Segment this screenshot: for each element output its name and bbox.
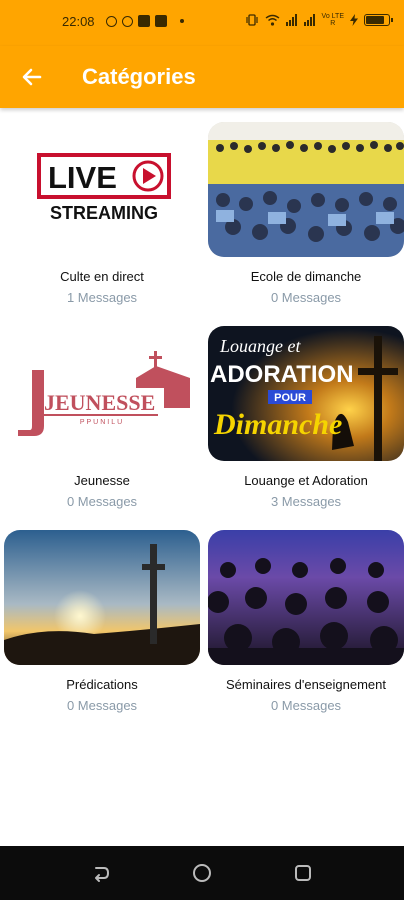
recents-nav-icon[interactable]	[292, 862, 314, 884]
category-title: Jeunesse	[74, 473, 130, 488]
page-title: Catégories	[82, 64, 196, 89]
jeunesse-logo-thumbnail: JEUNESSE PPUNILU	[4, 326, 200, 461]
louange-banner-thumbnail: Louange et ADORATION POUR Dimanche	[208, 326, 404, 461]
category-title: Prédications	[66, 677, 138, 692]
category-message-count: 0 Messages	[270, 290, 342, 305]
pour-banner-text: POUR	[274, 392, 306, 404]
category-message-count: 0 Messages	[270, 698, 342, 713]
back-button[interactable]	[18, 63, 46, 91]
facebook-icon	[122, 15, 133, 27]
signal-icon	[285, 14, 297, 26]
adoration-banner-text: ADORATION	[210, 361, 354, 388]
arrow-left-icon	[22, 68, 42, 86]
seminar-audience-thumbnail	[208, 530, 404, 665]
home-nav-icon[interactable]	[191, 862, 213, 884]
category-title: Ecole de dimanche	[250, 269, 362, 284]
vibrate-icon	[245, 14, 258, 26]
category-card-seminaires-d-enseignement[interactable]: Séminaires d'enseignement 0 Messages	[208, 530, 404, 713]
mail-icon	[155, 15, 167, 27]
dimanche-banner-text: Dimanche	[213, 408, 342, 441]
category-message-count: 1 Messages	[66, 290, 138, 305]
status-time: 22:08	[62, 14, 95, 29]
status-bar: 22:08 Vo LTE R	[0, 0, 404, 46]
category-card-jeunesse[interactable]: JEUNESSE PPUNILU Jeunesse 0 Messages	[4, 326, 200, 509]
choir-photo-thumbnail	[208, 122, 404, 257]
mail-icon	[138, 15, 150, 27]
category-message-count: 0 Messages	[66, 494, 138, 509]
ppunilu-logo-text: PPUNILU	[80, 419, 124, 426]
category-card-louange-et-adoration[interactable]: Louange et ADORATION POUR Dimanche Louan…	[208, 326, 404, 509]
jeunesse-logo-text: JEUNESSE	[44, 390, 155, 415]
back-nav-icon[interactable]	[90, 862, 112, 884]
category-card-culte-en-direct[interactable]: LIVE STREAMING Culte en direct 1 Message…	[4, 122, 200, 305]
category-title: Séminaires d'enseignement	[225, 677, 387, 692]
category-title: Louange et Adoration	[244, 473, 368, 488]
live-logo-text: LIVE	[48, 160, 117, 195]
system-icons: Vo LTE R	[245, 13, 393, 27]
wifi-icon	[265, 14, 279, 26]
more-notifications-icon	[180, 19, 184, 23]
signal-icon	[303, 14, 315, 26]
system-navigation-bar	[0, 846, 404, 900]
category-message-count: 0 Messages	[66, 698, 138, 713]
lte-icon: Vo LTE R	[321, 13, 344, 27]
live-streaming-thumbnail: LIVE STREAMING	[4, 122, 200, 257]
category-message-count: 3 Messages	[270, 494, 342, 509]
app-bar: Catégories	[0, 46, 404, 108]
notification-icons	[106, 15, 184, 27]
streaming-logo-text: STREAMING	[50, 203, 158, 223]
louange-banner-text: Louange et	[219, 336, 301, 356]
charging-icon	[350, 14, 358, 26]
sunset-cross-thumbnail	[4, 530, 200, 665]
battery-icon	[364, 14, 393, 26]
category-card-ecole-de-dimanche[interactable]: Ecole de dimanche 0 Messages	[208, 122, 404, 305]
category-title: Culte en direct	[60, 269, 144, 284]
category-card-predications[interactable]: Prédications 0 Messages	[4, 530, 200, 713]
facebook-icon	[106, 15, 117, 27]
